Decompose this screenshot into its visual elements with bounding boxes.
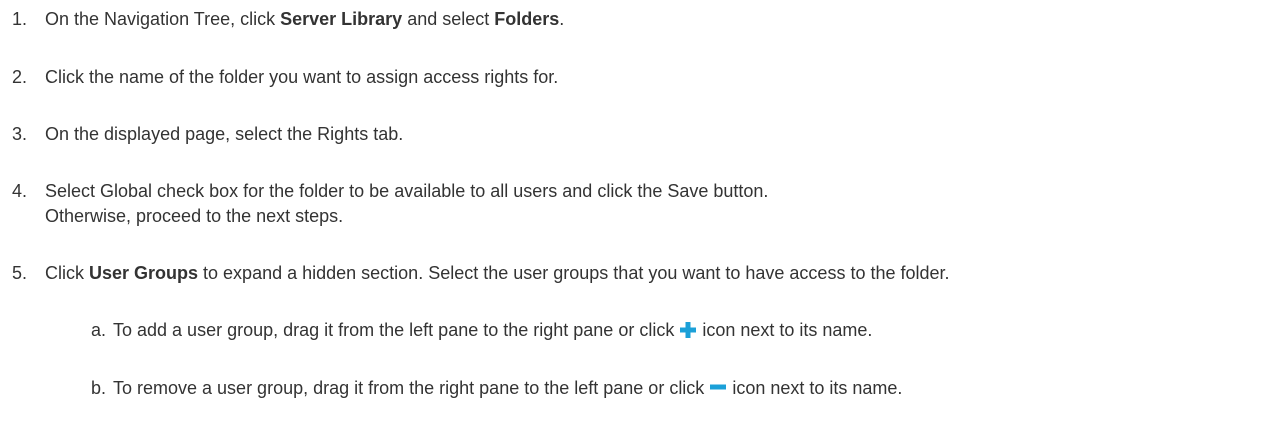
step-text: and select [402, 9, 495, 29]
substep-b: b. To remove a user group, drag it from t… [91, 377, 902, 399]
plus-icon [679, 321, 697, 339]
step-text: Click [45, 263, 89, 283]
step-5: 5. Click User Groups to expand a hidden s… [12, 262, 950, 284]
step-number: 2. [12, 67, 28, 87]
substep-a: a. To add a user group, drag it from the … [91, 319, 872, 341]
step-text: to expand a hidden section. Select the u… [198, 263, 950, 283]
substep-text: To remove a user group, drag it from the… [113, 378, 710, 398]
substep-text: icon next to its name. [727, 378, 903, 398]
step-text: Click the name of the folder you want to… [45, 67, 559, 87]
instructions-page: 1. On the Navigation Tree, click Server L… [0, 0, 1261, 430]
step-text: On the displayed page, select the Rights… [45, 124, 404, 144]
step-text: . [559, 9, 565, 29]
step-4-continuation: Otherwise, proceed to the next steps. [45, 206, 344, 226]
step-4: 4. Select Global check box for the folder… [12, 180, 768, 202]
minus-icon [709, 379, 727, 397]
step-number: 5. [12, 263, 28, 283]
substep-text: To add a user group, drag it from the le… [113, 320, 680, 340]
step-number: 4. [12, 181, 28, 201]
substep-letter: a. [91, 320, 107, 340]
folders-term: Folders [494, 9, 560, 29]
step-2: 2. Click the name of the folder you want … [12, 66, 558, 88]
substep-text: icon next to its name. [697, 320, 873, 340]
substep-letter: b. [91, 378, 107, 398]
server-library-term: Server Library [280, 9, 403, 29]
step-number: 1. [12, 9, 28, 29]
user-groups-term: User Groups [89, 263, 199, 283]
step-3: 3. On the displayed page, select the Righ… [12, 123, 403, 145]
step-text: Select Global check box for the folder t… [45, 181, 769, 201]
step-1: 1. On the Navigation Tree, click Server L… [12, 8, 564, 30]
step-number: 3. [12, 124, 28, 144]
step-text: On the Navigation Tree, click [45, 9, 281, 29]
